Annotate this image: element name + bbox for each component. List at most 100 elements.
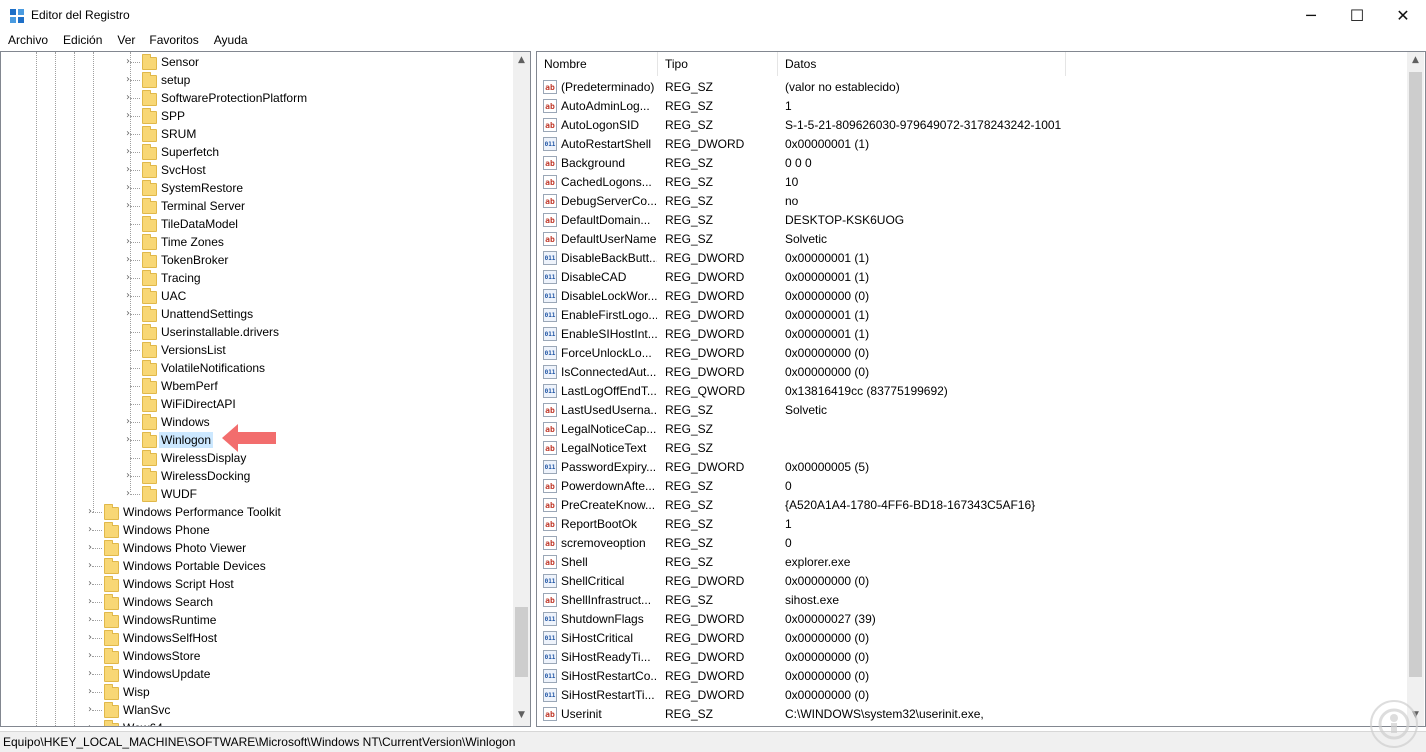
value-row[interactable]: ab ReportBootOk REG_SZ 1: [537, 515, 1407, 534]
tree-item-label[interactable]: WindowsSelfHost: [121, 630, 219, 646]
expand-chevron-icon[interactable]: ›: [88, 543, 97, 553]
tree-item-label[interactable]: SoftwareProtectionPlatform: [159, 90, 309, 106]
value-row[interactable]: ab DefaultDomain... REG_SZ DESKTOP-KSK6UOG: [537, 211, 1407, 230]
tree-item[interactable]: TileDataModel: [1, 215, 511, 233]
value-row[interactable]: ab AutoLogonSID REG_SZ S-1-5-21-809626030-9…: [537, 116, 1407, 135]
value-row[interactable]: 011 DisableCAD REG_DWORD 0x00000001 (1): [537, 268, 1407, 287]
expand-chevron-icon[interactable]: ›: [88, 723, 97, 727]
tree-item[interactable]: VersionsList: [1, 341, 511, 359]
value-row[interactable]: 011 SiHostRestartCo... REG_DWORD 0x00000000…: [537, 667, 1407, 686]
tree-item[interactable]: Userinstallable.drivers: [1, 323, 511, 341]
tree-item[interactable]: › Windows Phone: [1, 521, 511, 539]
expand-chevron-icon[interactable]: ›: [126, 291, 135, 301]
value-name[interactable]: IsConnectedAut...: [561, 365, 657, 379]
value-name[interactable]: Background: [561, 156, 657, 170]
value-row[interactable]: ab ShellInfrastruct... REG_SZ sihost.exe: [537, 591, 1407, 610]
tree-item-label[interactable]: VersionsList: [159, 342, 228, 358]
value-name[interactable]: ShellCritical: [561, 574, 657, 588]
scroll-up-icon[interactable]: ▲: [515, 55, 528, 68]
tree-item-label[interactable]: WlanSvc: [121, 702, 172, 718]
tree-item-label[interactable]: WiFiDirectAPI: [159, 396, 238, 412]
value-row[interactable]: 011 IsConnectedAut... REG_DWORD 0x00000000 …: [537, 363, 1407, 382]
value-name[interactable]: EnableSIHostInt...: [561, 327, 657, 341]
tree-item-label[interactable]: Sensor: [159, 54, 201, 70]
tree-item[interactable]: › WlanSvc: [1, 701, 511, 719]
value-name[interactable]: EnableFirstLogo...: [561, 308, 657, 322]
value-name[interactable]: DisableLockWor...: [561, 289, 657, 303]
maximize-button[interactable]: ☐: [1334, 0, 1380, 31]
tree-item[interactable]: › WindowsSelfHost: [1, 629, 511, 647]
value-row[interactable]: 011 DisableLockWor... REG_DWORD 0x00000000 …: [537, 287, 1407, 306]
value-name[interactable]: AutoAdminLog...: [561, 99, 657, 113]
value-name[interactable]: ShellInfrastruct...: [561, 593, 657, 607]
value-name[interactable]: Userinit: [561, 707, 657, 721]
value-row[interactable]: ab Userinit REG_SZ C:\WINDOWS\system32\user…: [537, 705, 1407, 724]
tree-item-label[interactable]: SystemRestore: [159, 180, 245, 196]
value-row[interactable]: ab Background REG_SZ 0 0 0: [537, 154, 1407, 173]
tree-item-label[interactable]: WirelessDocking: [159, 468, 252, 484]
value-name[interactable]: (Predeterminado): [561, 80, 657, 94]
value-name[interactable]: ForceUnlockLo...: [561, 346, 657, 360]
tree-item[interactable]: › SPP: [1, 107, 511, 125]
expand-chevron-icon[interactable]: ›: [126, 237, 135, 247]
expand-chevron-icon[interactable]: ›: [88, 651, 97, 661]
expand-chevron-icon[interactable]: ›: [126, 165, 135, 175]
value-row[interactable]: ab Shell REG_SZ explorer.exe: [537, 553, 1407, 572]
value-row[interactable]: ab scremoveoption REG_SZ 0: [537, 534, 1407, 553]
menu-archivo[interactable]: Archivo: [8, 31, 48, 51]
expand-chevron-icon[interactable]: ›: [126, 111, 135, 121]
tree-item[interactable]: › Wow64: [1, 719, 511, 727]
tree-item-label[interactable]: WUDF: [159, 486, 199, 502]
tree-item-label[interactable]: WindowsUpdate: [121, 666, 212, 682]
expand-chevron-icon[interactable]: ›: [126, 309, 135, 319]
expand-chevron-icon[interactable]: ›: [88, 705, 97, 715]
value-name[interactable]: LastUsedUserna...: [561, 403, 657, 417]
value-row[interactable]: ab DefaultUserName REG_SZ Solvetic: [537, 230, 1407, 249]
expand-chevron-icon[interactable]: ›: [126, 57, 135, 67]
tree-item-label[interactable]: VolatileNotifications: [159, 360, 267, 376]
tree-item[interactable]: › WirelessDocking: [1, 467, 511, 485]
key-tree-panel[interactable]: ▲ ▼ › Sensor › setup › SoftwareProtectionPlat…: [0, 51, 531, 727]
tree-item[interactable]: › SoftwareProtectionPlatform: [1, 89, 511, 107]
value-row[interactable]: ab (Predeterminado) REG_SZ (valor no establ…: [537, 78, 1407, 97]
expand-chevron-icon[interactable]: ›: [88, 633, 97, 643]
tree-item[interactable]: › WindowsRuntime: [1, 611, 511, 629]
value-name[interactable]: LegalNoticeCap...: [561, 422, 657, 436]
tree-item[interactable]: › Tracing: [1, 269, 511, 287]
value-row[interactable]: 011 EnableFirstLogo... REG_DWORD 0x00000001…: [537, 306, 1407, 325]
tree-item-label[interactable]: SRUM: [159, 126, 198, 142]
expand-chevron-icon[interactable]: ›: [126, 273, 135, 283]
expand-chevron-icon[interactable]: ›: [126, 471, 135, 481]
value-name[interactable]: AutoLogonSID: [561, 118, 657, 132]
tree-item-label[interactable]: Superfetch: [159, 144, 221, 160]
value-name[interactable]: DefaultUserName: [561, 232, 657, 246]
tree-item[interactable]: › WindowsStore: [1, 647, 511, 665]
tree-item-label[interactable]: WindowsRuntime: [121, 612, 218, 628]
value-row[interactable]: ab LegalNoticeText REG_SZ: [537, 439, 1407, 458]
tree-item[interactable]: › Time Zones: [1, 233, 511, 251]
tree-item[interactable]: › Superfetch: [1, 143, 511, 161]
value-name[interactable]: ShutdownFlags: [561, 612, 657, 626]
expand-chevron-icon[interactable]: ›: [126, 93, 135, 103]
value-name[interactable]: PasswordExpiry...: [561, 460, 657, 474]
tree-scrollbar[interactable]: ▲ ▼: [513, 52, 530, 726]
tree-item[interactable]: › Windows Script Host: [1, 575, 511, 593]
tree-item-label[interactable]: UnattendSettings: [159, 306, 255, 322]
values-scrollbar[interactable]: ▲ ▼: [1407, 52, 1424, 726]
tree-item[interactable]: WbemPerf: [1, 377, 511, 395]
value-row[interactable]: ab PreCreateKnow... REG_SZ {A520A1A4-1780-4…: [537, 496, 1407, 515]
tree-item[interactable]: › TokenBroker: [1, 251, 511, 269]
tree-item[interactable]: › SystemRestore: [1, 179, 511, 197]
expand-chevron-icon[interactable]: ›: [126, 147, 135, 157]
expand-chevron-icon[interactable]: ›: [126, 129, 135, 139]
close-button[interactable]: ✕: [1380, 0, 1426, 31]
expand-chevron-icon[interactable]: ›: [88, 669, 97, 679]
tree-item-label[interactable]: Windows Phone: [121, 522, 212, 538]
tree-item-label[interactable]: Wisp: [121, 684, 152, 700]
tree-item-label[interactable]: setup: [159, 72, 192, 88]
column-header-type[interactable]: Tipo: [658, 52, 778, 76]
value-row[interactable]: 011 EnableSIHostInt... REG_DWORD 0x00000001…: [537, 325, 1407, 344]
expand-chevron-icon[interactable]: ›: [126, 201, 135, 211]
scroll-up-icon[interactable]: ▲: [1409, 55, 1422, 68]
value-row[interactable]: ab LastUsedUserna... REG_SZ Solvetic: [537, 401, 1407, 420]
